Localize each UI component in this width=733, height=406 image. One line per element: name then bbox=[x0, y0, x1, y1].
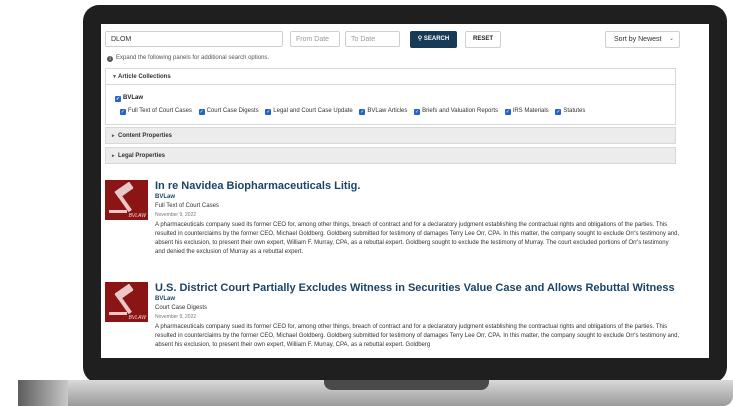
search-bar: DLOM From Date To Date ⚲ SEARCH RESET So… bbox=[105, 31, 705, 48]
collection-bvlaw[interactable]: ✓ BVLaw bbox=[115, 95, 143, 102]
article-category: Court Case Digests bbox=[155, 305, 208, 311]
collection-item-label: Full Text of Court Cases bbox=[128, 108, 192, 114]
collection-item[interactable]: ✓ Briefs and Valuation Reports bbox=[414, 108, 498, 115]
article-summary: A pharmaceuticals company sued its forme… bbox=[155, 222, 680, 255]
chevron-down-icon: ⌄ bbox=[668, 36, 674, 42]
collection-item[interactable]: ✓ Full Text of Court Cases bbox=[120, 108, 192, 115]
search-icon: ⚲ bbox=[417, 36, 423, 42]
collection-item-label: BVLaw Articles bbox=[367, 108, 408, 114]
checkbox-icon: ✓ bbox=[115, 96, 121, 102]
from-date-input[interactable]: From Date bbox=[290, 31, 340, 47]
checkbox-icon: ✓ bbox=[555, 109, 562, 115]
panel-content-properties-label: Content Properties bbox=[118, 133, 173, 139]
article-source: BVLaw bbox=[155, 296, 176, 302]
article-source: BVLaw bbox=[155, 194, 176, 200]
logo-label: BVLAW bbox=[128, 315, 146, 321]
article-result: BVLAW U.S. District Court Partially Excl… bbox=[105, 282, 680, 358]
collection-item-label: IRS Materials bbox=[512, 108, 549, 114]
sort-select-value: Sort by Newest bbox=[614, 36, 662, 43]
collection-item[interactable]: ✓ Statutes bbox=[555, 108, 586, 115]
to-date-input[interactable]: To Date bbox=[345, 31, 400, 47]
checkbox-icon: ✓ bbox=[414, 109, 421, 115]
checkbox-icon: ✓ bbox=[359, 109, 366, 115]
caret-down-icon: ▼ bbox=[112, 74, 117, 80]
panel-legal-properties[interactable]: ▸ Legal Properties bbox=[105, 147, 676, 164]
collection-bvlaw-label: BVLaw bbox=[123, 95, 144, 101]
collection-item-label: Briefs and Valuation Reports bbox=[422, 108, 498, 114]
panel-article-collections[interactable]: ▼ Article Collections bbox=[105, 68, 676, 85]
panel-article-collections-label: Article Collections bbox=[118, 74, 171, 80]
logo-label: BVLAW bbox=[128, 213, 146, 219]
collection-item-label: Court Case Digests bbox=[206, 108, 259, 114]
collection-item-label: Statutes bbox=[563, 108, 586, 114]
collection-item-label: Legal and Court Case Update bbox=[273, 108, 353, 114]
checkbox-icon: ✓ bbox=[265, 109, 272, 115]
search-input[interactable]: DLOM bbox=[105, 31, 283, 47]
screen: DLOM From Date To Date ⚲ SEARCH RESET So… bbox=[101, 24, 709, 358]
sort-select[interactable]: Sort by Newest ⌄ bbox=[605, 31, 680, 48]
search-button-label: SEARCH bbox=[423, 36, 450, 42]
laptop-base-shade bbox=[18, 380, 68, 406]
bvlaw-gavel-logo: BVLAW bbox=[105, 180, 148, 220]
article-date: November 9, 2022 bbox=[155, 212, 197, 218]
expand-hint: i Expand the following panels for additio… bbox=[107, 55, 269, 62]
search-button[interactable]: ⚲ SEARCH bbox=[410, 31, 457, 48]
article-summary: A pharmaceuticals company sued its forme… bbox=[155, 324, 680, 348]
checkbox-icon: ✓ bbox=[120, 109, 126, 115]
reset-button[interactable]: RESET bbox=[465, 31, 501, 48]
collection-item[interactable]: ✓ BVLaw Articles bbox=[359, 108, 408, 115]
collection-item[interactable]: ✓ Court Case Digests bbox=[198, 108, 259, 115]
panel-legal-properties-label: Legal Properties bbox=[118, 153, 166, 159]
panel-content-properties[interactable]: ▸ Content Properties bbox=[105, 127, 676, 144]
article-result: BVLAW In re Navidea Biopharmaceuticals L… bbox=[105, 180, 680, 275]
checkbox-icon: ✓ bbox=[504, 109, 511, 115]
laptop-notch bbox=[324, 380, 489, 390]
checkbox-icon: ✓ bbox=[198, 109, 205, 115]
article-category: Full Text of Court Cases bbox=[155, 203, 219, 209]
collection-item[interactable]: ✓ Legal and Court Case Update bbox=[265, 108, 353, 115]
collection-item[interactable]: ✓ IRS Materials bbox=[504, 108, 549, 115]
collection-checkboxes: ✓ Full Text of Court Cases ✓ Court Case Di… bbox=[120, 108, 590, 115]
info-icon: i bbox=[107, 56, 113, 62]
article-title-link[interactable]: U.S. District Court Partially Excludes W… bbox=[155, 282, 675, 294]
caret-right-icon: ▸ bbox=[112, 133, 115, 139]
caret-right-icon: ▸ bbox=[112, 153, 115, 159]
article-title-link[interactable]: In re Navidea Biopharmaceuticals Litig. bbox=[155, 180, 360, 192]
article-collections-body bbox=[105, 85, 676, 125]
bvlaw-gavel-logo: BVLAW bbox=[105, 282, 148, 322]
article-date: November 9, 2022 bbox=[155, 314, 197, 320]
expand-hint-text: Expand the following panels for addition… bbox=[116, 55, 270, 61]
